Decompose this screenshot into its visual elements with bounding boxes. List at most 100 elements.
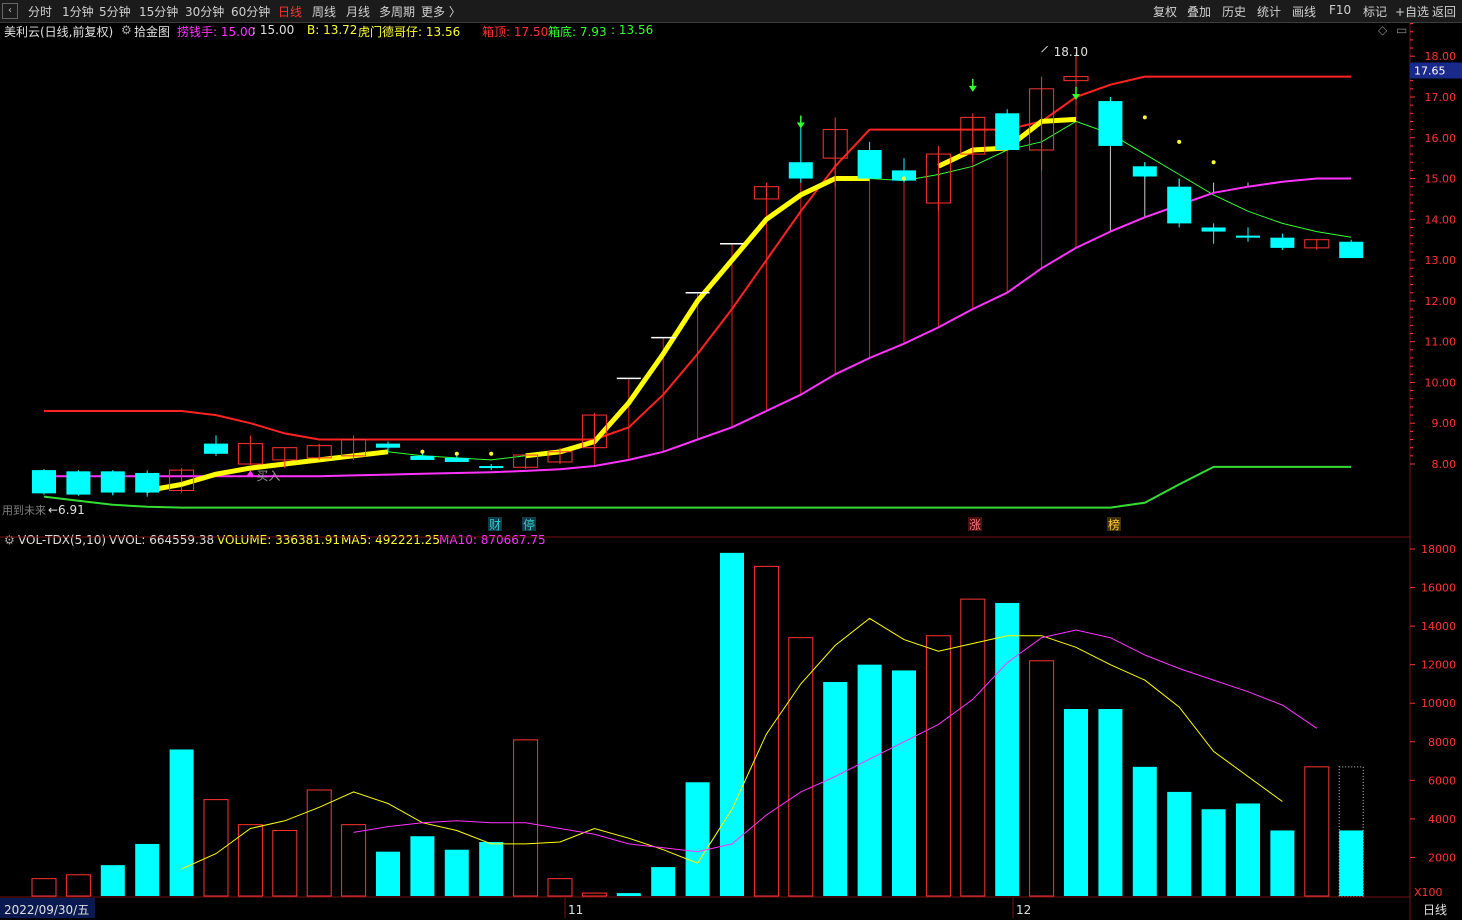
volume-bar bbox=[1236, 803, 1260, 896]
candle bbox=[1304, 239, 1330, 250]
candle bbox=[1270, 233, 1295, 250]
candle-body bbox=[1270, 237, 1295, 248]
candle bbox=[376, 441, 400, 452]
toolbar-action-6[interactable]: 标记 bbox=[1363, 3, 1387, 20]
volume-bar bbox=[444, 849, 469, 896]
future-function-note: 用到未来 bbox=[2, 504, 46, 517]
volume-bar bbox=[753, 565, 779, 897]
volume-bar bbox=[685, 782, 710, 896]
volume-bar bbox=[169, 749, 194, 896]
volume-tick-label: 18000 bbox=[1421, 543, 1456, 556]
signal-dot bbox=[1142, 115, 1147, 120]
tab-5[interactable]: 60分钟 bbox=[231, 3, 270, 20]
price-tick-label: 14.00 bbox=[1425, 213, 1457, 226]
tab-4[interactable]: 30分钟 bbox=[185, 3, 224, 20]
candle bbox=[1236, 227, 1260, 242]
price-tick-label: 18.00 bbox=[1425, 50, 1457, 63]
volume-bar bbox=[651, 867, 676, 896]
candle bbox=[444, 455, 469, 462]
event-tag: 停 bbox=[523, 517, 535, 532]
price-tick-label: 15.00 bbox=[1425, 173, 1457, 186]
candle-body bbox=[857, 149, 882, 179]
volume-bar bbox=[376, 851, 400, 896]
volume-bar bbox=[237, 824, 263, 897]
tab-8[interactable]: 月线 bbox=[346, 3, 370, 20]
volume-bar bbox=[1201, 809, 1226, 896]
candle-body bbox=[204, 443, 228, 454]
candle bbox=[1167, 178, 1192, 228]
high-pointer bbox=[1041, 45, 1048, 53]
candle bbox=[100, 470, 125, 496]
volume-bar bbox=[479, 842, 504, 896]
buy-label: 买入 bbox=[256, 469, 280, 483]
green-arrow-icon bbox=[968, 85, 977, 92]
candle-body bbox=[1167, 186, 1192, 224]
current-price-label: 17.65 bbox=[1414, 64, 1446, 77]
stock-chart[interactable]: 8.00 9.00 10.00 11.00 12.00 13.00 14.00 15.00 16… bbox=[0, 22, 1462, 920]
volume-bar bbox=[616, 893, 641, 896]
volume-bar bbox=[513, 739, 539, 897]
volume-bar bbox=[1064, 709, 1088, 896]
signal-dot bbox=[902, 176, 906, 181]
tab-3[interactable]: 15分钟 bbox=[139, 3, 178, 20]
back-arrow-icon[interactable]: ‹ bbox=[2, 3, 18, 19]
toolbar-action-1[interactable]: 叠加 bbox=[1187, 3, 1211, 20]
tab-2[interactable]: 5分钟 bbox=[99, 3, 131, 20]
volume-tick-label: 10000 bbox=[1421, 697, 1456, 710]
candle-body bbox=[32, 470, 56, 494]
signal-dot bbox=[179, 482, 184, 487]
signal-dot bbox=[1177, 139, 1182, 144]
tab-7[interactable]: 周线 bbox=[312, 3, 336, 20]
tab-0[interactable]: 分时 bbox=[28, 3, 52, 20]
candle-body bbox=[1339, 241, 1364, 259]
candle bbox=[66, 470, 91, 496]
month-label: 12 bbox=[1016, 903, 1031, 917]
candle bbox=[995, 109, 1020, 150]
volume-bar bbox=[1304, 766, 1330, 897]
price-tick-label: 13.00 bbox=[1425, 254, 1457, 267]
candle bbox=[788, 125, 813, 183]
toolbar-action-8[interactable]: 返回 bbox=[1432, 3, 1456, 20]
toolbar-action-0[interactable]: 复权 bbox=[1153, 3, 1177, 20]
signal-dot bbox=[454, 451, 459, 456]
tab-9[interactable]: 多周期 bbox=[379, 3, 415, 20]
candle bbox=[1098, 96, 1123, 146]
toolbar-action-5[interactable]: F10 bbox=[1329, 3, 1351, 17]
tab-6[interactable]: 日线 bbox=[278, 3, 302, 20]
candle bbox=[1132, 162, 1157, 179]
tab-10[interactable]: 更多 〉 bbox=[421, 3, 461, 20]
volume-bar bbox=[272, 829, 298, 897]
candle-body bbox=[100, 471, 125, 493]
price-tick-label: 12.00 bbox=[1425, 295, 1457, 308]
volume-bar bbox=[925, 635, 951, 897]
candle-body bbox=[66, 471, 91, 495]
volume-tick-label: 8000 bbox=[1428, 736, 1456, 749]
toolbar-action-2[interactable]: 历史 bbox=[1222, 3, 1246, 20]
candle bbox=[237, 435, 263, 465]
event-tag: 榜 bbox=[1108, 517, 1120, 532]
candle bbox=[204, 435, 228, 456]
volume-bar bbox=[1132, 766, 1157, 896]
tab-1[interactable]: 1分钟 bbox=[62, 3, 94, 20]
volume-bar bbox=[135, 843, 160, 896]
volume-bar bbox=[720, 552, 744, 896]
toolbar-action-7[interactable]: +自选 bbox=[1395, 3, 1429, 20]
signal-dot bbox=[420, 449, 425, 454]
signal-dot bbox=[1211, 160, 1216, 165]
volume-bar bbox=[1270, 830, 1295, 896]
volume-tick-label: 12000 bbox=[1421, 659, 1456, 672]
candle-body bbox=[1236, 235, 1260, 238]
volume-bar bbox=[306, 789, 332, 897]
volume-bar bbox=[547, 878, 573, 897]
volume-bar bbox=[1098, 709, 1123, 896]
toolbar-action-4[interactable]: 画线 bbox=[1292, 3, 1316, 20]
green-arrow-icon bbox=[796, 122, 805, 129]
toolbar-action-3[interactable]: 统计 bbox=[1257, 3, 1281, 20]
volume-bar bbox=[581, 892, 607, 897]
candle-body bbox=[479, 466, 504, 469]
candle bbox=[479, 464, 504, 471]
volume-bar bbox=[100, 865, 125, 896]
price-tick-label: 11.00 bbox=[1425, 336, 1457, 349]
price-tick-label: 16.00 bbox=[1425, 132, 1457, 145]
candle bbox=[32, 468, 56, 495]
